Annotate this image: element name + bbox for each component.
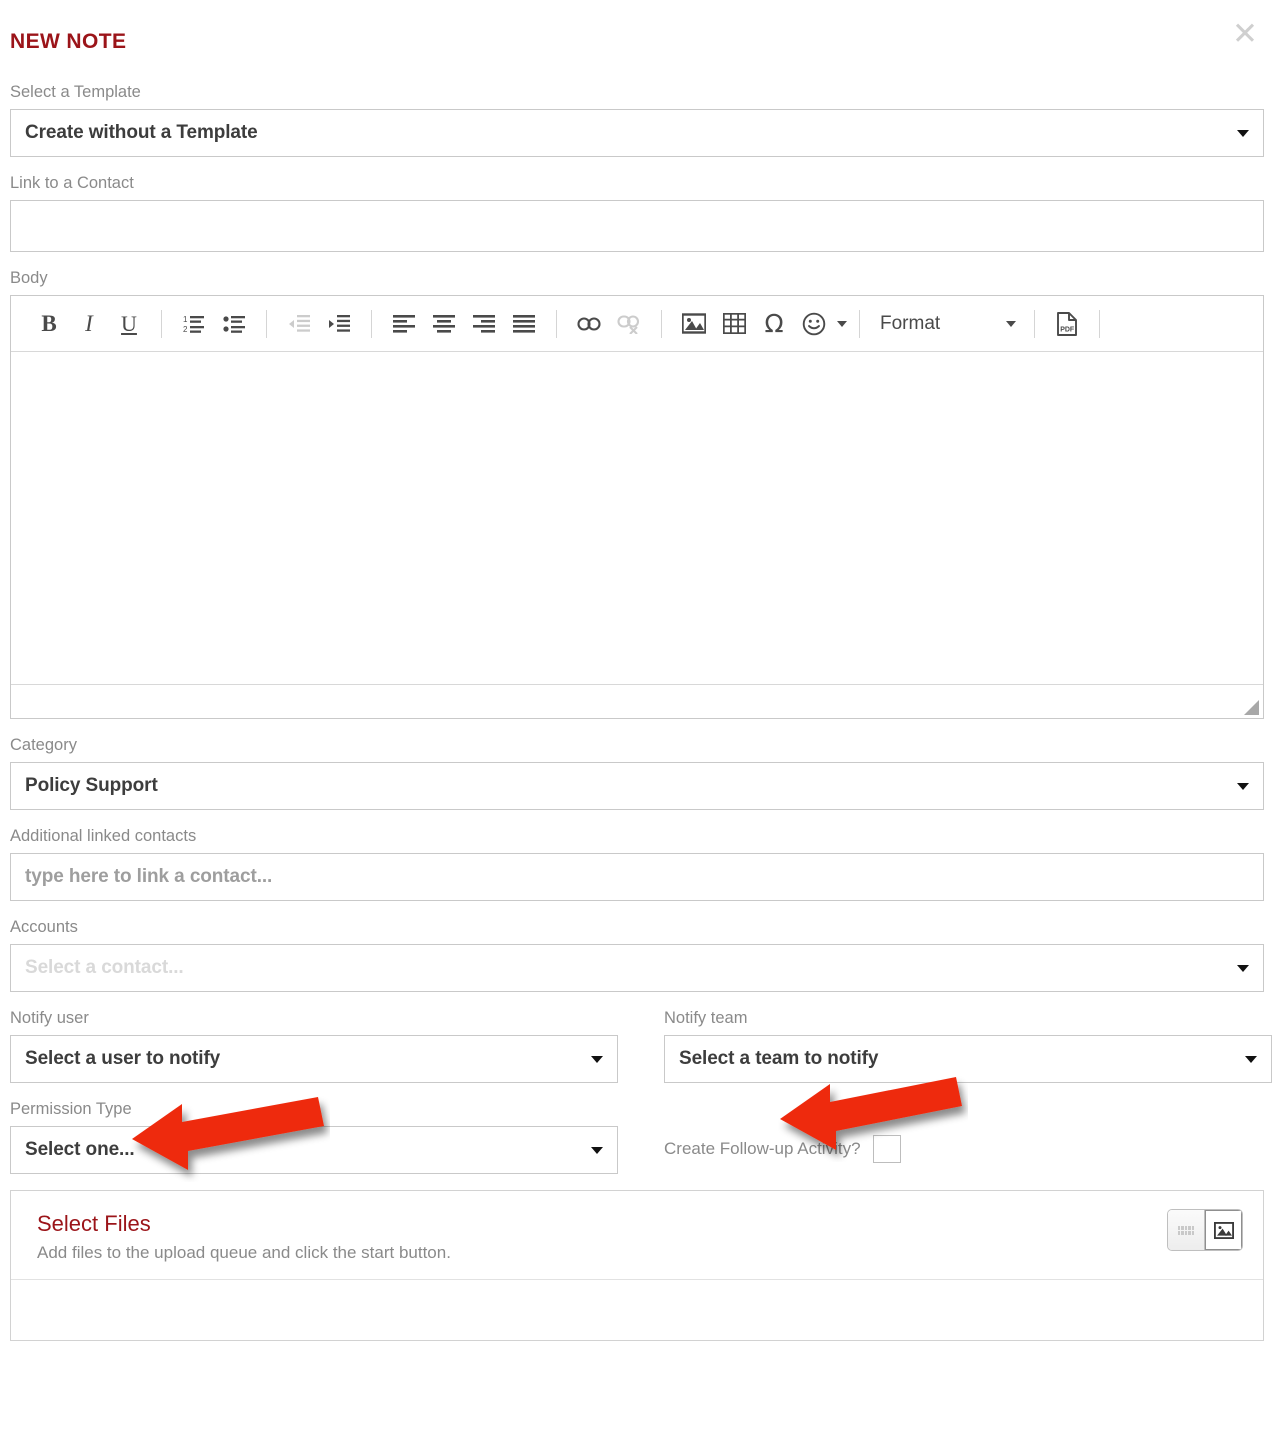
rich-text-editor: B I U 1 2 Ω Format PDF	[10, 295, 1264, 719]
field-follow-up-activity: Create Follow-up Activity?	[664, 1099, 1272, 1174]
format-label: Format	[880, 312, 941, 334]
editor-footer	[11, 684, 1263, 718]
bold-icon[interactable]: B	[29, 305, 69, 343]
svg-text:2: 2	[183, 325, 188, 334]
toolbar-divider	[266, 309, 267, 338]
additional-contacts-label: Additional linked contacts	[10, 827, 197, 845]
emoji-icon[interactable]	[794, 305, 834, 343]
file-upload-queue	[11, 1280, 1263, 1340]
align-center-icon[interactable]	[424, 305, 464, 343]
follow-up-activity-row: Create Follow-up Activity?	[664, 1125, 1272, 1173]
accounts-placeholder: Select a contact...	[25, 957, 184, 978]
file-upload-panel: Select Files Add files to the upload que…	[10, 1190, 1264, 1341]
italic-icon[interactable]: I	[69, 305, 109, 343]
select-files-hint: Add files to the upload queue and click …	[37, 1243, 451, 1262]
link-contact-label: Link to a Contact	[10, 174, 134, 192]
svg-text:1: 1	[183, 315, 188, 324]
toolbar-divider	[371, 309, 372, 338]
dots-grid-icon[interactable]	[1168, 1210, 1205, 1250]
notify-user-label: Notify user	[10, 1009, 89, 1027]
chevron-down-icon	[1006, 320, 1016, 327]
link-contact-input[interactable]	[10, 200, 1264, 252]
export-pdf-icon[interactable]: PDF	[1047, 305, 1087, 343]
view-toggle-group	[1167, 1209, 1243, 1251]
chevron-down-icon	[591, 1147, 603, 1154]
category-dropdown[interactable]: Policy Support	[10, 762, 1264, 810]
follow-up-activity-checkbox[interactable]	[872, 1135, 901, 1163]
select-template-dropdown[interactable]: Create without a Template	[10, 109, 1264, 157]
format-dropdown[interactable]: Format	[872, 305, 1022, 343]
toolbar-divider	[859, 309, 860, 338]
chevron-down-icon	[837, 320, 847, 327]
field-notify-user: Notify user Select a user to notify	[10, 1008, 618, 1083]
link-icon[interactable]	[569, 305, 609, 343]
additional-contacts-input[interactable]: type here to link a contact...	[10, 853, 1264, 901]
field-body: Body B I U 1 2 Ω Format PDF	[10, 268, 1264, 719]
field-permission-type: Permission Type Select one...	[10, 1099, 618, 1174]
bulleted-list-icon[interactable]	[214, 305, 254, 343]
notify-team-label: Notify team	[664, 1009, 748, 1027]
resize-handle-icon[interactable]	[1244, 700, 1259, 715]
toolbar-divider	[556, 309, 557, 338]
editor-toolbar: B I U 1 2 Ω Format PDF	[11, 296, 1263, 352]
unlink-icon	[609, 305, 649, 343]
toolbar-divider	[161, 309, 162, 338]
permission-row: Permission Type Select one... Create Fol…	[10, 1099, 1264, 1174]
indent-icon[interactable]	[319, 305, 359, 343]
toolbar-divider	[1034, 309, 1035, 338]
chevron-down-icon	[1237, 130, 1249, 137]
field-additional-contacts: Additional linked contacts type here to …	[10, 826, 1264, 901]
chevron-down-icon	[591, 1056, 603, 1063]
category-label: Category	[10, 736, 77, 754]
body-label: Body	[10, 269, 48, 287]
select-template-label: Select a Template	[10, 83, 141, 101]
toolbar-divider	[661, 309, 662, 338]
align-justify-icon[interactable]	[504, 305, 544, 343]
field-category: Category Policy Support	[10, 735, 1264, 810]
modal-header: NEW NOTE ✕	[10, 0, 1264, 82]
notify-team-value: Select a team to notify	[679, 1048, 879, 1069]
permission-type-dropdown[interactable]: Select one...	[10, 1126, 618, 1174]
table-icon[interactable]	[714, 305, 754, 343]
accounts-label: Accounts	[10, 918, 78, 936]
field-notify-team: Notify team Select a team to notify	[664, 1008, 1272, 1083]
editor-content-area[interactable]	[11, 352, 1263, 684]
notify-user-dropdown[interactable]: Select a user to notify	[10, 1035, 618, 1083]
special-character-icon[interactable]: Ω	[754, 305, 794, 343]
chevron-down-icon	[1245, 1056, 1257, 1063]
underline-icon[interactable]: U	[109, 305, 149, 343]
notify-row: Notify user Select a user to notify Noti…	[10, 1008, 1272, 1083]
chevron-down-icon	[1237, 965, 1249, 972]
close-icon[interactable]: ✕	[1230, 19, 1260, 50]
notify-user-value: Select a user to notify	[25, 1048, 221, 1069]
permission-type-value: Select one...	[25, 1139, 135, 1160]
accounts-dropdown[interactable]: Select a contact...	[10, 944, 1264, 992]
follow-up-activity-label: Create Follow-up Activity?	[664, 1139, 861, 1158]
align-left-icon[interactable]	[384, 305, 424, 343]
permission-type-label: Permission Type	[10, 1100, 132, 1118]
new-note-modal: NEW NOTE ✕ Select a Template Create with…	[0, 0, 1274, 1341]
notify-team-dropdown[interactable]: Select a team to notify	[664, 1035, 1272, 1083]
field-link-contact: Link to a Contact	[10, 173, 1264, 252]
toolbar-divider	[1099, 309, 1100, 338]
outdent-icon	[279, 305, 319, 343]
field-select-template: Select a Template Create without a Templ…	[10, 82, 1264, 157]
svg-text:PDF: PDF	[1060, 326, 1075, 333]
dots-grid-glyph	[1178, 1225, 1194, 1235]
select-template-value: Create without a Template	[25, 122, 258, 143]
file-upload-header: Select Files Add files to the upload que…	[11, 1191, 1263, 1280]
page-title: NEW NOTE	[10, 29, 127, 53]
image-icon[interactable]	[674, 305, 714, 343]
align-right-icon[interactable]	[464, 305, 504, 343]
field-accounts: Accounts Select a contact...	[10, 917, 1264, 992]
emoji-button[interactable]	[794, 305, 847, 343]
image-thumbnail-icon[interactable]	[1205, 1210, 1242, 1250]
chevron-down-icon	[1237, 783, 1249, 790]
select-files-button[interactable]: Select Files	[37, 1211, 1237, 1237]
category-value: Policy Support	[25, 775, 158, 796]
additional-contacts-placeholder: type here to link a contact...	[25, 866, 273, 887]
numbered-list-icon[interactable]: 1 2	[174, 305, 214, 343]
